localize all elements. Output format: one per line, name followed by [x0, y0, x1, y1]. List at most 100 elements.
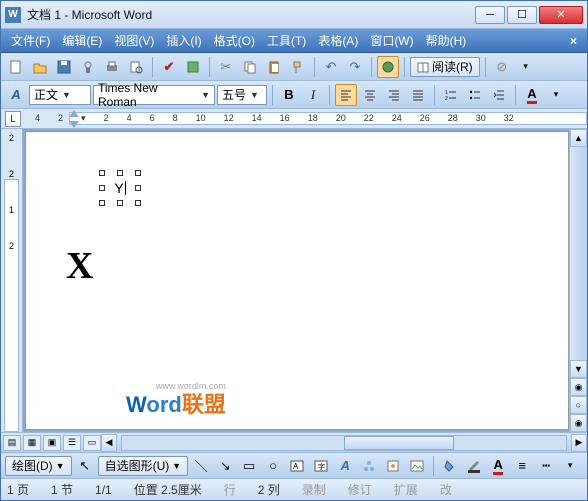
svg-text:2: 2	[445, 96, 448, 101]
menu-tools[interactable]: 工具(T)	[261, 30, 312, 51]
redo-icon[interactable]: ↷	[344, 56, 366, 78]
web-layout-view-button[interactable]: ▦	[23, 435, 41, 451]
prev-page-button[interactable]: ◉	[570, 378, 587, 396]
textbox-icon[interactable]: A	[286, 455, 308, 477]
minimize-button[interactable]: ─	[475, 6, 505, 24]
style-combo[interactable]: 正文▼	[29, 85, 91, 105]
menu-table[interactable]: 表格(A)	[312, 30, 364, 51]
horizontal-ruler[interactable]: L 4 2 ▾ 2 4 6 8 10 12 14 16 18 20 22 24 …	[1, 109, 587, 129]
title-bar: W 文档 1 - Microsoft Word ─ ☐ ✕	[1, 1, 587, 29]
undo-icon[interactable]: ↶	[320, 56, 342, 78]
scroll-down-button[interactable]: ▼	[570, 360, 587, 378]
increase-indent-icon[interactable]	[488, 84, 510, 106]
insert-picture-icon[interactable]	[406, 455, 428, 477]
diagram-icon[interactable]	[358, 455, 380, 477]
toolbar-options-icon[interactable]: ▾	[515, 56, 537, 78]
insert-hyperlink-icon[interactable]	[377, 56, 399, 78]
link-icon[interactable]: ⊘	[491, 56, 513, 78]
menu-bar: 文件(F) 编辑(E) 视图(V) 插入(I) 格式(O) 工具(T) 表格(A…	[1, 29, 587, 53]
scroll-left-button[interactable]: ◀	[101, 434, 117, 452]
scroll-thumb[interactable]	[344, 436, 454, 450]
document-text[interactable]: X	[66, 244, 93, 288]
menu-format[interactable]: 格式(O)	[208, 30, 261, 51]
indent-marker[interactable]	[69, 109, 79, 129]
window-title: 文档 1 - Microsoft Word	[27, 6, 475, 23]
svg-text:字: 字	[318, 462, 325, 471]
tab-selector[interactable]: L	[5, 111, 21, 127]
new-doc-icon[interactable]	[5, 56, 27, 78]
align-center-button[interactable]	[359, 84, 381, 106]
align-justify-button[interactable]	[407, 84, 429, 106]
toolbar-options-icon[interactable]: ▾	[559, 455, 581, 477]
oval-icon[interactable]: ○	[262, 455, 284, 477]
permission-icon[interactable]	[77, 56, 99, 78]
arrow-icon[interactable]: ↘	[214, 455, 236, 477]
font-combo[interactable]: Times New Roman▼	[93, 85, 215, 105]
close-button[interactable]: ✕	[539, 6, 583, 24]
align-right-button[interactable]	[383, 84, 405, 106]
font-size-combo[interactable]: 五号▼	[217, 85, 267, 105]
fill-color-icon[interactable]	[439, 455, 461, 477]
print-preview-icon[interactable]	[125, 56, 147, 78]
document-page[interactable]: X Y www.wordlm.com Word联盟	[25, 131, 569, 430]
menu-insert[interactable]: 插入(I)	[160, 30, 207, 51]
rectangle-icon[interactable]: ▭	[238, 455, 260, 477]
line-style-icon[interactable]: ≡	[511, 455, 533, 477]
menu-help[interactable]: 帮助(H)	[420, 30, 473, 51]
horizontal-scrollbar[interactable]	[121, 435, 567, 451]
bold-button[interactable]: B	[278, 84, 300, 106]
vertical-textbox-icon[interactable]: 字	[310, 455, 332, 477]
print-layout-view-button[interactable]: ▣	[43, 435, 61, 451]
scroll-right-button[interactable]: ▶	[571, 434, 587, 452]
line-icon[interactable]: ＼	[190, 455, 212, 477]
bulleted-list-icon[interactable]	[464, 84, 486, 106]
vertical-ruler[interactable]: 2 2 1 2	[1, 129, 23, 432]
draw-menu-button[interactable]: 绘图(D) ▼	[5, 456, 72, 476]
browse-object-button[interactable]: ○	[570, 396, 587, 414]
clipart-icon[interactable]	[382, 455, 404, 477]
autoshapes-button[interactable]: 自选图形(U) ▼	[98, 456, 189, 476]
text-box[interactable]: Y	[96, 167, 144, 209]
menu-file[interactable]: 文件(F)	[5, 30, 56, 51]
reading-view-button[interactable]: ▭	[83, 435, 101, 451]
research-icon[interactable]	[182, 56, 204, 78]
line-color-icon[interactable]	[463, 455, 485, 477]
status-section: 1 节	[51, 481, 73, 498]
scroll-up-button[interactable]: ▲	[570, 129, 587, 147]
format-painter-icon[interactable]	[287, 56, 309, 78]
normal-view-button[interactable]: ▤	[3, 435, 21, 451]
vertical-scrollbar[interactable]: ▲ ▼ ◉ ○ ◉	[569, 129, 587, 432]
align-left-button[interactable]	[335, 84, 357, 106]
select-objects-icon[interactable]: ↖	[74, 455, 96, 477]
menu-edit[interactable]: 编辑(E)	[56, 30, 108, 51]
maximize-button[interactable]: ☐	[507, 6, 537, 24]
status-column: 2 列	[258, 481, 280, 498]
spellcheck-icon[interactable]: ✔	[158, 56, 180, 78]
outline-view-button[interactable]: ☰	[63, 435, 81, 451]
read-label: 阅读(R)	[432, 58, 473, 75]
reading-layout-button[interactable]: 阅读(R)	[410, 57, 480, 77]
save-icon[interactable]	[53, 56, 75, 78]
toolbar-options-icon[interactable]: ▾	[545, 84, 567, 106]
wordart-icon[interactable]: A	[334, 455, 356, 477]
dash-style-icon[interactable]: ┅	[535, 455, 557, 477]
paste-icon[interactable]	[263, 56, 285, 78]
chevron-down-icon: ▼	[250, 90, 259, 100]
status-ext: 扩展	[394, 481, 418, 498]
status-page-of: 1/1	[95, 483, 112, 497]
document-close-button[interactable]: ×	[564, 34, 583, 48]
copy-icon[interactable]	[239, 56, 261, 78]
menu-window[interactable]: 窗口(W)	[364, 30, 419, 51]
next-page-button[interactable]: ◉	[570, 414, 587, 432]
textbox-text[interactable]: Y	[114, 180, 123, 196]
numbered-list-icon[interactable]: 12	[440, 84, 462, 106]
font-color-button[interactable]: A	[521, 84, 543, 106]
open-icon[interactable]	[29, 56, 51, 78]
italic-button[interactable]: I	[302, 84, 324, 106]
font-color-draw-icon[interactable]: A	[487, 455, 509, 477]
styles-pane-icon[interactable]: A	[5, 84, 27, 106]
style-value: 正文	[34, 86, 58, 103]
print-icon[interactable]	[101, 56, 123, 78]
cut-icon[interactable]: ✂	[215, 56, 237, 78]
menu-view[interactable]: 视图(V)	[108, 30, 160, 51]
